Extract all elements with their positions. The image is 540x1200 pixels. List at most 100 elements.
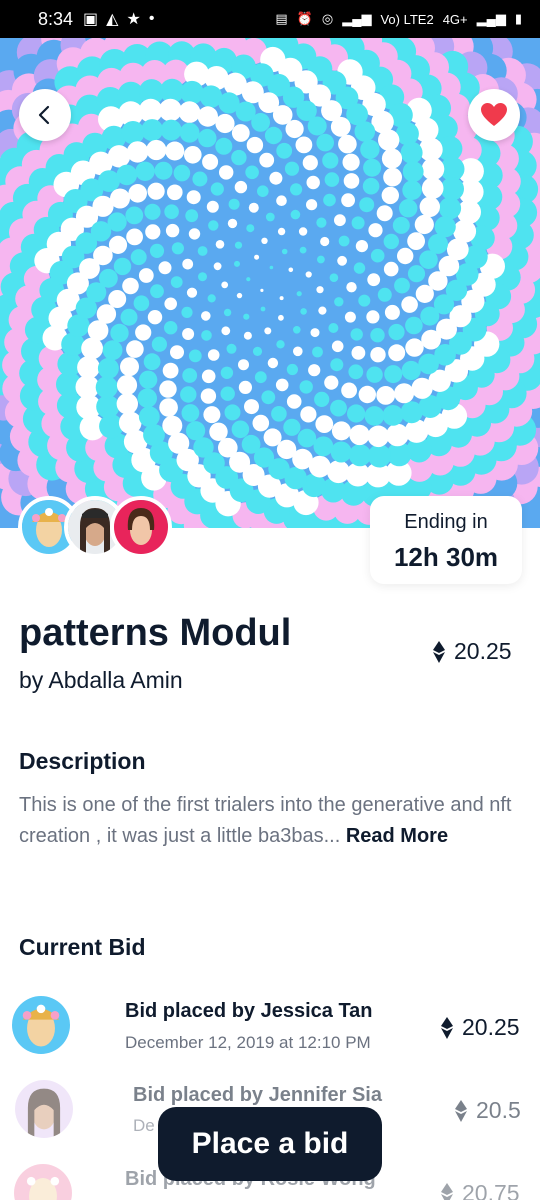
pattern-dot bbox=[110, 323, 129, 343]
pattern-dot bbox=[370, 248, 385, 263]
pattern-dot bbox=[368, 223, 383, 238]
bid-date: De bbox=[133, 1116, 155, 1135]
pattern-dot bbox=[226, 343, 237, 354]
pattern-dot bbox=[400, 401, 423, 424]
pattern-dot bbox=[236, 292, 243, 299]
pattern-dot bbox=[392, 216, 410, 234]
pattern-dot bbox=[118, 411, 142, 435]
artwork-title: patterns Modul bbox=[19, 612, 292, 654]
back-button[interactable] bbox=[19, 89, 71, 141]
pattern-dot bbox=[170, 276, 183, 288]
pattern-dot bbox=[440, 177, 464, 201]
pattern-dot bbox=[186, 287, 198, 298]
pattern-dot bbox=[283, 418, 301, 436]
pattern-dot bbox=[234, 260, 240, 267]
pattern-dot bbox=[279, 296, 284, 301]
pattern-dot bbox=[344, 311, 356, 323]
pattern-dot bbox=[338, 235, 350, 247]
bidder-avatars bbox=[18, 496, 172, 558]
pattern-dot bbox=[215, 137, 233, 155]
pattern-dot bbox=[400, 141, 423, 164]
pattern-dot bbox=[224, 404, 241, 421]
pattern-dot bbox=[305, 271, 312, 278]
generative-pattern bbox=[0, 38, 540, 528]
pattern-dot bbox=[208, 220, 219, 231]
pattern-dot bbox=[182, 258, 194, 270]
pattern-dot bbox=[207, 349, 220, 361]
pattern-dot bbox=[168, 432, 190, 454]
pattern-dot bbox=[197, 246, 208, 256]
pattern-dot bbox=[121, 121, 145, 145]
pattern-dot bbox=[122, 277, 139, 295]
pattern-dot bbox=[418, 137, 443, 162]
bid-amount: 20.5 bbox=[454, 1097, 521, 1124]
pattern-dot bbox=[407, 265, 426, 283]
pattern-dot bbox=[139, 370, 158, 389]
pattern-dot bbox=[135, 161, 155, 181]
pattern-dot bbox=[334, 297, 344, 307]
pattern-dot bbox=[238, 380, 252, 394]
pattern-dot bbox=[167, 184, 183, 201]
pattern-dot bbox=[331, 421, 351, 441]
pattern-dot bbox=[165, 141, 185, 161]
ethereum-icon bbox=[433, 640, 445, 663]
pattern-dot bbox=[220, 366, 234, 379]
favorite-button[interactable] bbox=[468, 89, 520, 141]
avatar[interactable] bbox=[110, 496, 172, 558]
read-more-link[interactable]: Read More bbox=[346, 825, 448, 847]
pattern-dot bbox=[81, 337, 103, 360]
pattern-dot bbox=[363, 158, 382, 177]
pattern-dot bbox=[275, 378, 289, 392]
alarm-icon: ⏰ bbox=[296, 11, 313, 26]
pattern-dot bbox=[99, 268, 118, 288]
pattern-dot bbox=[295, 136, 313, 154]
pattern-dot bbox=[265, 212, 275, 222]
pattern-dot bbox=[192, 171, 208, 187]
pattern-dot bbox=[125, 206, 144, 225]
pattern-dot bbox=[147, 182, 165, 200]
current-bid-heading: Current Bid bbox=[19, 934, 146, 960]
pattern-dot bbox=[315, 415, 334, 433]
pattern-dot bbox=[269, 265, 274, 270]
pattern-dot bbox=[354, 121, 376, 142]
hotspot-icon: ◎ bbox=[321, 11, 334, 26]
pattern-dot bbox=[96, 304, 117, 324]
pattern-dot bbox=[201, 369, 216, 384]
pattern-dot bbox=[234, 180, 248, 194]
pattern-dot bbox=[164, 321, 178, 335]
pattern-dot bbox=[248, 202, 259, 213]
pattern-dot bbox=[366, 366, 383, 383]
avatar bbox=[14, 1164, 72, 1200]
place-bid-button[interactable]: Place a bid bbox=[158, 1107, 382, 1181]
pattern-dot bbox=[243, 313, 250, 320]
pattern-dot bbox=[404, 419, 429, 443]
pattern-dot bbox=[312, 346, 323, 358]
ethereum-icon bbox=[455, 1099, 467, 1122]
pattern-dot bbox=[95, 376, 118, 399]
star-icon: ★ bbox=[126, 11, 141, 28]
pattern-dot bbox=[421, 177, 444, 199]
pattern-dot bbox=[322, 152, 339, 169]
nav-icon: ◭ bbox=[106, 11, 119, 28]
pattern-dot bbox=[267, 357, 279, 369]
pattern-dot bbox=[113, 257, 132, 276]
pattern-dot bbox=[238, 359, 249, 371]
pattern-dot bbox=[209, 422, 228, 441]
pattern-dot bbox=[394, 277, 410, 294]
pattern-dot bbox=[383, 167, 402, 187]
pattern-dot bbox=[260, 306, 266, 312]
pattern-dot bbox=[277, 227, 286, 236]
pattern-dot bbox=[180, 80, 204, 105]
pattern-dot bbox=[457, 200, 481, 224]
ending-label: Ending in bbox=[404, 511, 488, 533]
pattern-dot bbox=[337, 255, 347, 266]
pattern-dot bbox=[162, 362, 179, 379]
artwork-author[interactable]: by Abdalla Amin bbox=[19, 667, 183, 694]
pattern-dot bbox=[245, 165, 259, 180]
pattern-dot bbox=[288, 267, 294, 273]
pattern-dot bbox=[278, 314, 284, 321]
pattern-dot bbox=[231, 420, 250, 439]
pattern-dot bbox=[401, 360, 421, 381]
pattern-dot bbox=[143, 424, 165, 446]
pattern-dot bbox=[343, 173, 360, 189]
